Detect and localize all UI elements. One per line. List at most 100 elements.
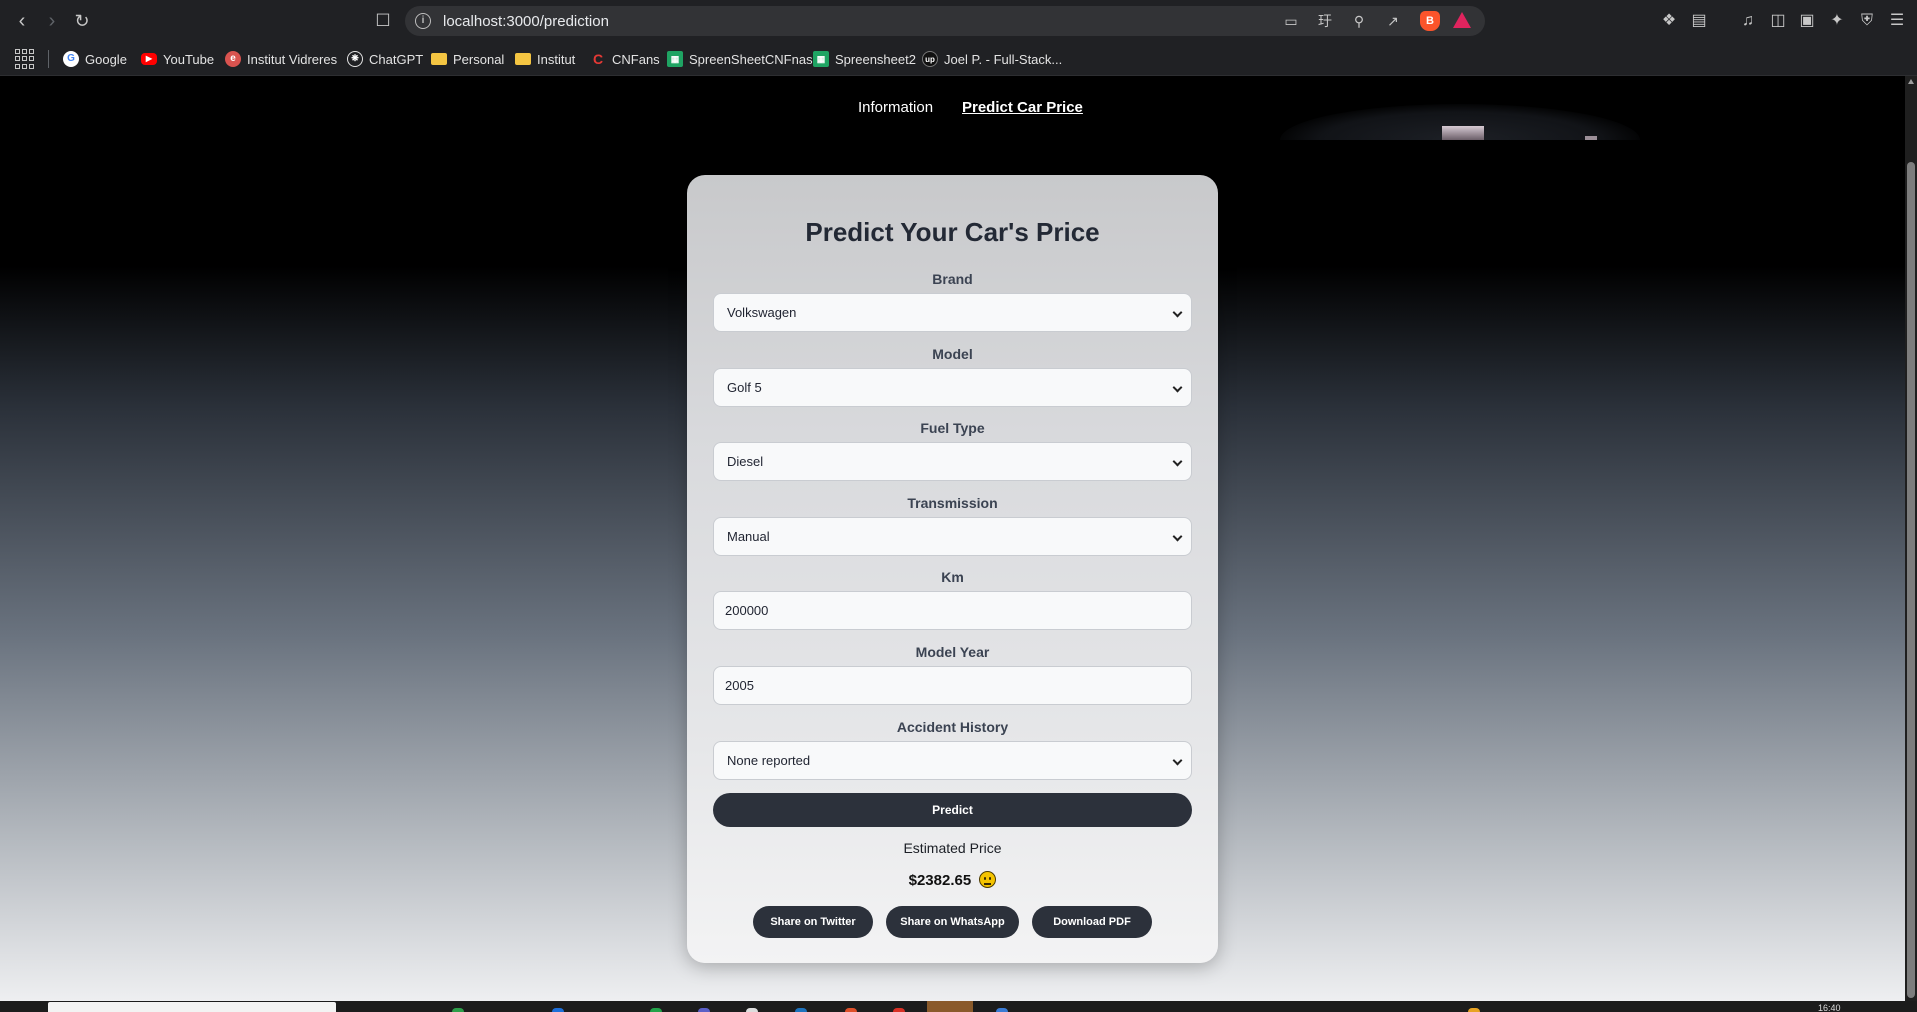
taskbar-app-icon[interactable] [795,1008,807,1012]
model-year-input[interactable]: 2005 [713,666,1192,705]
bookmark-folder-personal[interactable]: Personal [431,49,504,69]
bookmark-spreensheet-cnfnas[interactable]: ▦ SpreenSheetCNFnas [667,49,813,69]
reload-icon[interactable]: ↻ [70,9,94,33]
sheets-icon: ▦ [813,51,829,67]
bookmark-folder-institut[interactable]: Institut [515,49,575,69]
forward-icon[interactable]: › [40,9,64,33]
taskbar-app-icon[interactable] [996,1008,1008,1012]
chevron-down-icon [1172,456,1183,467]
leo-ai-icon[interactable]: ✦ [1826,10,1848,32]
km-label: Km [941,569,964,585]
bookmark-label: Institut Vidreres [247,51,338,67]
accident-history-select[interactable]: None reported [713,741,1192,780]
media-icon[interactable]: ♫ [1737,10,1759,32]
brave-rewards-icon[interactable] [1453,12,1471,28]
taskbar-app-icon[interactable] [650,1008,662,1012]
taskbar-app-icon[interactable] [698,1008,710,1012]
nav-link-predict-car-price[interactable]: Predict Car Price [962,99,1083,116]
model-label: Model [932,346,973,362]
sheets-icon: ▦ [667,51,683,67]
nav-link-information[interactable]: Information [858,99,933,116]
translate-icon[interactable]: 玗 [1315,11,1335,31]
form-title: Predict Your Car's Price [805,217,1100,247]
chevron-down-icon [1172,307,1183,318]
fuel-type-value: Diesel [727,454,764,469]
transmission-value: Manual [727,529,770,544]
model-select[interactable]: Golf 5 [713,368,1192,407]
model-year-value: 2005 [725,678,754,693]
youtube-icon: ▶ [141,53,157,65]
bookmark-page-icon[interactable]: ☐ [371,9,395,33]
bookmark-label: SpreenSheetCNFnas [689,51,813,67]
transmission-select[interactable]: Manual [713,517,1192,556]
predict-button[interactable]: Predict [713,793,1192,827]
km-input[interactable]: 200000 [713,591,1192,630]
estimated-price-value: $2382.65 [908,872,972,889]
brave-shields-icon[interactable]: B [1420,11,1440,31]
share-icon[interactable]: ↗ [1383,11,1403,31]
vpn-icon[interactable]: ⛨ [1856,10,1878,32]
bookmark-youtube[interactable]: ▶ YouTube [141,49,214,69]
bookmark-google[interactable]: G Google [63,49,127,69]
apps-icon[interactable] [15,49,35,69]
taskbar-search[interactable] [48,1002,336,1012]
bookmark-label: YouTube [163,51,215,67]
share-twitter-button[interactable]: Share on Twitter [753,906,873,938]
taskbar-app-icon[interactable] [893,1008,905,1012]
page-scrollbar[interactable] [1905,76,1917,1001]
reading-mode-icon[interactable]: ▤ [1688,10,1710,32]
taskbar-app-icon[interactable] [746,1008,758,1012]
taskbar-tray-icon[interactable] [1468,1008,1480,1012]
back-icon[interactable]: ‹ [10,9,34,33]
address-bar[interactable]: i localhost:3000/prediction ▭ 玗 ⚲ ↗ B [405,6,1485,36]
bookmark-cnfans[interactable]: C CNFans [590,49,660,69]
km-value: 200000 [725,603,769,618]
bookmark-label: Institut [537,51,576,67]
taskbar-active-app[interactable] [927,1001,973,1012]
bookmarks-divider [48,50,49,68]
neutral-face-icon [979,871,997,888]
estimated-price-label: Estimated Price [903,840,1002,856]
brand-label: Brand [932,271,973,287]
bookmark-joel[interactable]: up Joel P. - Full-Stack... [922,49,1062,69]
taskbar-app-icon[interactable] [452,1008,464,1012]
bookmarks-bar: G Google ▶ YouTube e Institut Vidreres ❋… [0,42,1917,76]
extensions-icon[interactable]: ❖ [1658,10,1680,32]
brand-select[interactable]: Volkswagen [713,293,1192,332]
prediction-card: Predict Your Car's Price Brand Volkswage… [687,175,1218,963]
site-nav: Information Predict Car Price [0,99,1905,123]
brand-value: Volkswagen [727,305,797,320]
fuel-type-select[interactable]: Diesel [713,442,1192,481]
bookmark-label: ChatGPT [369,51,424,67]
chevron-down-icon [1172,531,1183,542]
download-pdf-button[interactable]: Download PDF [1032,906,1152,938]
bookmark-label: Spreensheet2 [835,51,916,67]
taskbar-clock[interactable]: 16:40 [1818,1003,1841,1012]
accident-history-label: Accident History [896,719,1009,735]
chevron-down-icon [1172,755,1183,766]
address-url[interactable]: localhost:3000/prediction [443,13,609,30]
taskbar-app-icon[interactable] [552,1008,564,1012]
transmission-label: Transmission [907,495,998,511]
bookmark-institut-vidreres[interactable]: e Institut Vidreres [225,49,337,69]
cast-icon[interactable]: ▭ [1281,11,1301,31]
folder-icon [515,53,531,65]
bookmark-spreensheet2[interactable]: ▦ Spreensheet2 [813,49,916,69]
sidebar-icon[interactable]: ◫ [1767,10,1789,32]
car-light [1442,126,1484,140]
chevron-down-icon [1172,382,1183,393]
page-viewport: Information Predict Car Price Predict Yo… [0,76,1905,1001]
car-light [1585,136,1597,140]
scrollbar-thumb[interactable] [1907,162,1915,998]
menu-icon[interactable]: ☰ [1886,10,1908,32]
wallet-icon[interactable]: ▣ [1796,10,1818,32]
bookmark-label: Joel P. - Full-Stack... [944,51,1063,67]
bookmark-chatgpt[interactable]: ❋ ChatGPT [347,49,423,69]
zoom-icon[interactable]: ⚲ [1349,11,1369,31]
taskbar-app-icon[interactable] [845,1008,857,1012]
share-whatsapp-button[interactable]: Share on WhatsApp [886,906,1019,938]
upwork-icon: up [922,51,938,67]
site-info-icon[interactable]: i [415,13,431,29]
scroll-up-icon[interactable] [1908,79,1914,84]
model-value: Golf 5 [727,380,762,395]
